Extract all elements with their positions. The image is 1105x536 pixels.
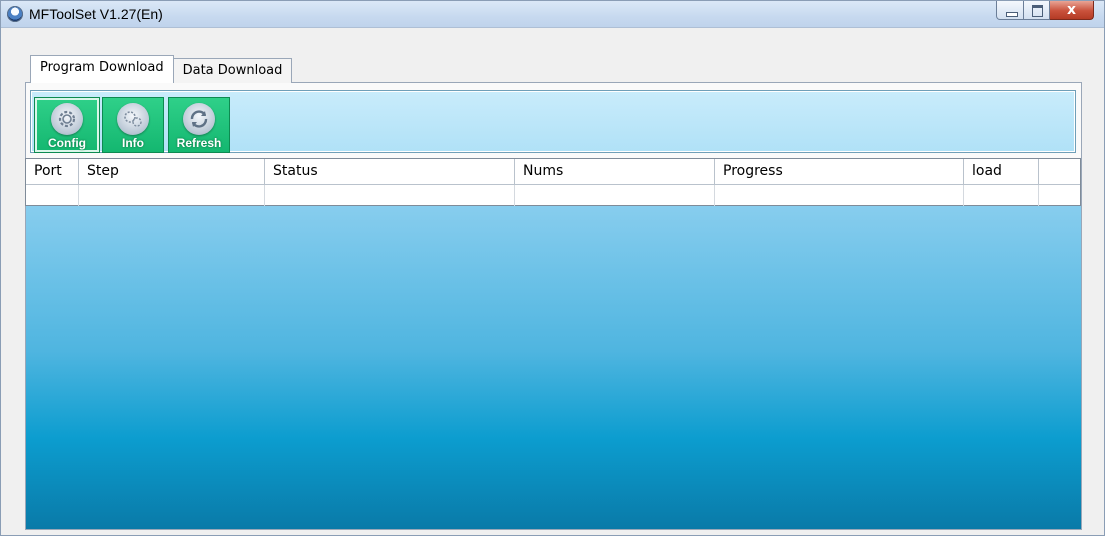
- window-title: MFToolSet V1.27(En): [29, 6, 163, 22]
- maximize-button[interactable]: [1024, 1, 1050, 20]
- port-table: Port Step Status Nums Progress load: [25, 158, 1081, 206]
- column-header-status[interactable]: Status: [265, 159, 515, 184]
- window-controls: x: [996, 1, 1094, 21]
- column-header-step[interactable]: Step: [79, 159, 265, 184]
- table-cell: [1039, 185, 1080, 206]
- table-header: Port Step Status Nums Progress load: [26, 159, 1080, 185]
- info-label: Info: [122, 136, 144, 150]
- column-header-blank[interactable]: [1039, 159, 1080, 184]
- table-cell: [964, 185, 1039, 206]
- column-header-load[interactable]: load: [964, 159, 1039, 184]
- refresh-label: Refresh: [176, 136, 222, 150]
- column-header-progress[interactable]: Progress: [715, 159, 964, 184]
- table-cell: [265, 185, 515, 206]
- tab-data-download[interactable]: Data Download: [172, 58, 293, 83]
- refresh-button[interactable]: Refresh: [168, 97, 230, 153]
- app-icon: [7, 6, 23, 22]
- config-label: Config: [48, 136, 86, 150]
- gear-icon: [51, 103, 83, 135]
- info-button[interactable]: Info: [102, 97, 164, 153]
- minimize-button[interactable]: [996, 1, 1024, 20]
- close-button[interactable]: x: [1050, 1, 1094, 20]
- column-header-nums[interactable]: Nums: [515, 159, 715, 184]
- refresh-icon: [183, 103, 215, 135]
- table-cell: [26, 185, 79, 206]
- table-cell: [715, 185, 964, 206]
- close-icon: x: [1066, 2, 1077, 18]
- app-window: MFToolSet V1.27(En) x Program Download D…: [0, 0, 1105, 536]
- column-header-port[interactable]: Port: [26, 159, 79, 184]
- gears-info-icon: [117, 103, 149, 135]
- config-button[interactable]: Config: [34, 97, 100, 153]
- content-background: [26, 206, 1081, 529]
- table-cell: [79, 185, 265, 206]
- tab-program-download[interactable]: Program Download: [30, 55, 174, 83]
- table-cell: [515, 185, 715, 206]
- title-bar[interactable]: MFToolSet V1.27(En) x: [1, 1, 1104, 28]
- tab-strip: Program Download Data Download: [30, 55, 293, 83]
- table-row[interactable]: [26, 185, 1080, 206]
